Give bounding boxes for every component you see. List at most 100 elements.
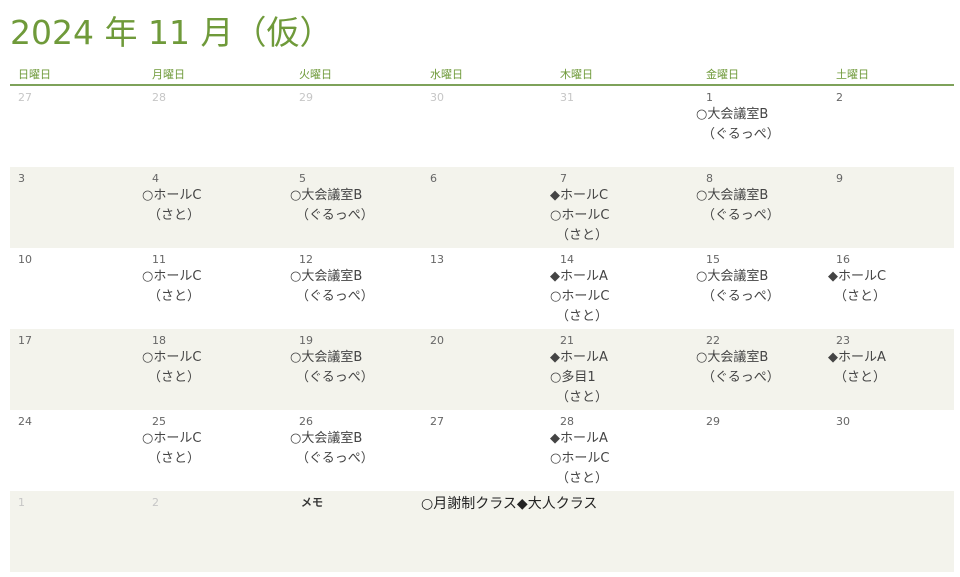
page-title: 2024 年 11 月（仮） <box>10 13 333 52</box>
day-entries: ○大会議室B （ぐるっぺ） <box>696 267 780 307</box>
day-entries: ○ホールC （さと） <box>142 348 201 388</box>
day-cell[interactable]: 13 <box>420 248 550 329</box>
day-cell[interactable]: 17 <box>10 329 142 410</box>
day-cell[interactable]: 2 <box>826 86 954 167</box>
booking-group: （ぐるっぺ） <box>296 451 374 466</box>
day-number: 4 <box>152 172 159 185</box>
booking-room: ○ホールC <box>550 289 610 304</box>
day-cell[interactable]: 23 ◆ホールA （さと） <box>826 329 954 410</box>
day-cell[interactable]: 16 ◆ホールC （さと） <box>826 248 954 329</box>
day-entries: ○ホールC （さと） <box>142 267 201 307</box>
day-cell[interactable]: 24 <box>10 410 142 491</box>
booking-group: （さと） <box>556 309 609 324</box>
day-cell[interactable]: 3 <box>10 167 142 248</box>
booking-group: （ぐるっぺ） <box>296 289 374 304</box>
day-number: 13 <box>430 253 444 266</box>
day-cell[interactable]: 10 <box>10 248 142 329</box>
booking-room: ○大会議室B <box>290 269 363 284</box>
day-number: 1 <box>706 91 713 104</box>
day-number: 5 <box>299 172 306 185</box>
booking-group: （ぐるっぺ） <box>702 289 780 304</box>
day-cell[interactable]: 25 ○ホールC （さと） <box>142 410 289 491</box>
day-cell[interactable]: 27 <box>10 86 142 167</box>
day-entries: ○ホールC （さと） <box>142 186 201 226</box>
booking-room: ○ホールC <box>550 451 610 466</box>
booking-group: （ぐるっぺ） <box>296 208 374 223</box>
day-cell[interactable]: 19 ○大会議室B （ぐるっぺ） <box>289 329 420 410</box>
day-entries: ○大会議室B （ぐるっぺ） <box>696 348 780 388</box>
day-number: 28 <box>152 91 166 104</box>
day-cell[interactable]: 12 ○大会議室B （ぐるっぺ） <box>289 248 420 329</box>
day-cell[interactable]: 21 ◆ホールA ○多目1 （さと） <box>550 329 696 410</box>
day-cell[interactable]: 5 ○大会議室B （ぐるっぺ） <box>289 167 420 248</box>
week-row: 27 28 29 30 31 1 ○大会議室B （ぐるっぺ） 2 <box>10 86 954 167</box>
day-cell[interactable]: 6 <box>420 167 550 248</box>
booking-room: ◆ホールA <box>828 350 886 365</box>
day-number: 14 <box>560 253 574 266</box>
day-cell[interactable]: 26 ○大会議室B （ぐるっぺ） <box>289 410 420 491</box>
day-cell[interactable]: 27 <box>420 410 550 491</box>
day-number: 30 <box>430 91 444 104</box>
day-cell[interactable]: 31 <box>550 86 696 167</box>
day-number: 24 <box>18 415 32 428</box>
booking-room: ○大会議室B <box>290 431 363 446</box>
booking-room: ◆ホールA <box>550 350 608 365</box>
day-entries: ◆ホールA ○ホールC （さと） <box>550 429 609 489</box>
day-cell[interactable]: 2 <box>142 491 289 572</box>
day-entries: ○大会議室B （ぐるっぺ） <box>290 267 374 307</box>
day-entries: ○大会議室B （ぐるっぺ） <box>696 186 780 226</box>
day-entries: ○大会議室B （ぐるっぺ） <box>696 105 780 145</box>
booking-room: ○多目1 <box>550 370 596 385</box>
booking-group: （さと） <box>556 471 609 486</box>
day-cell[interactable]: 15 ○大会議室B （ぐるっぺ） <box>696 248 826 329</box>
day-number: 29 <box>299 91 313 104</box>
day-number: 21 <box>560 334 574 347</box>
booking-group: （さと） <box>148 451 201 466</box>
day-cell[interactable]: 11 ○ホールC （さと） <box>142 248 289 329</box>
day-number: 27 <box>18 91 32 104</box>
day-number: 28 <box>560 415 574 428</box>
day-cell[interactable]: 28 <box>142 86 289 167</box>
booking-room: ○大会議室B <box>290 188 363 203</box>
day-number: 31 <box>560 91 574 104</box>
day-cell[interactable]: 20 <box>420 329 550 410</box>
booking-room: ○ホールC <box>142 269 202 284</box>
booking-group: （さと） <box>834 289 887 304</box>
day-number: 2 <box>836 91 843 104</box>
day-cell[interactable]: 22 ○大会議室B （ぐるっぺ） <box>696 329 826 410</box>
memo-label: メモ <box>301 496 323 509</box>
booking-room: ○ホールC <box>142 188 202 203</box>
day-cell[interactable]: 1 ○大会議室B （ぐるっぺ） <box>696 86 826 167</box>
booking-room: ◆ホールA <box>550 269 608 284</box>
day-cell[interactable]: 29 <box>289 86 420 167</box>
booking-group: （ぐるっぺ） <box>296 370 374 385</box>
booking-group: （ぐるっぺ） <box>702 370 780 385</box>
weekday-fri: 金曜日 <box>706 68 739 81</box>
day-number: 3 <box>18 172 25 185</box>
day-cell[interactable]: 30 <box>420 86 550 167</box>
booking-room: ○大会議室B <box>696 350 769 365</box>
day-cell[interactable]: 29 <box>696 410 826 491</box>
day-number: 17 <box>18 334 32 347</box>
booking-group: （さと） <box>148 289 201 304</box>
day-cell[interactable]: 30 <box>826 410 954 491</box>
day-cell[interactable]: 4 ○ホールC （さと） <box>142 167 289 248</box>
day-cell[interactable]: 28 ◆ホールA ○ホールC （さと） <box>550 410 696 491</box>
day-number: 6 <box>430 172 437 185</box>
weekday-mon: 月曜日 <box>152 68 185 81</box>
day-cell[interactable]: 14 ◆ホールA ○ホールC （さと） <box>550 248 696 329</box>
day-cell[interactable]: 1 <box>10 491 142 572</box>
booking-group: （ぐるっぺ） <box>702 208 780 223</box>
day-cell[interactable]: 7 ◆ホールC ○ホールC （さと） <box>550 167 696 248</box>
week-row: 10 11 ○ホールC （さと） 12 ○大会議室B （ぐるっぺ） 13 14 ◆ホールA ○ホール… <box>10 248 954 329</box>
day-number: 2 <box>152 496 159 509</box>
booking-room: ○ホールC <box>142 350 202 365</box>
day-cell[interactable]: 18 ○ホールC （さと） <box>142 329 289 410</box>
day-cell[interactable]: 8 ○大会議室B （ぐるっぺ） <box>696 167 826 248</box>
booking-room: ○ホールC <box>142 431 202 446</box>
day-number: 25 <box>152 415 166 428</box>
day-number: 16 <box>836 253 850 266</box>
booking-room: ○ホールC <box>550 208 610 223</box>
day-cell[interactable]: 9 <box>826 167 954 248</box>
day-number: 22 <box>706 334 720 347</box>
